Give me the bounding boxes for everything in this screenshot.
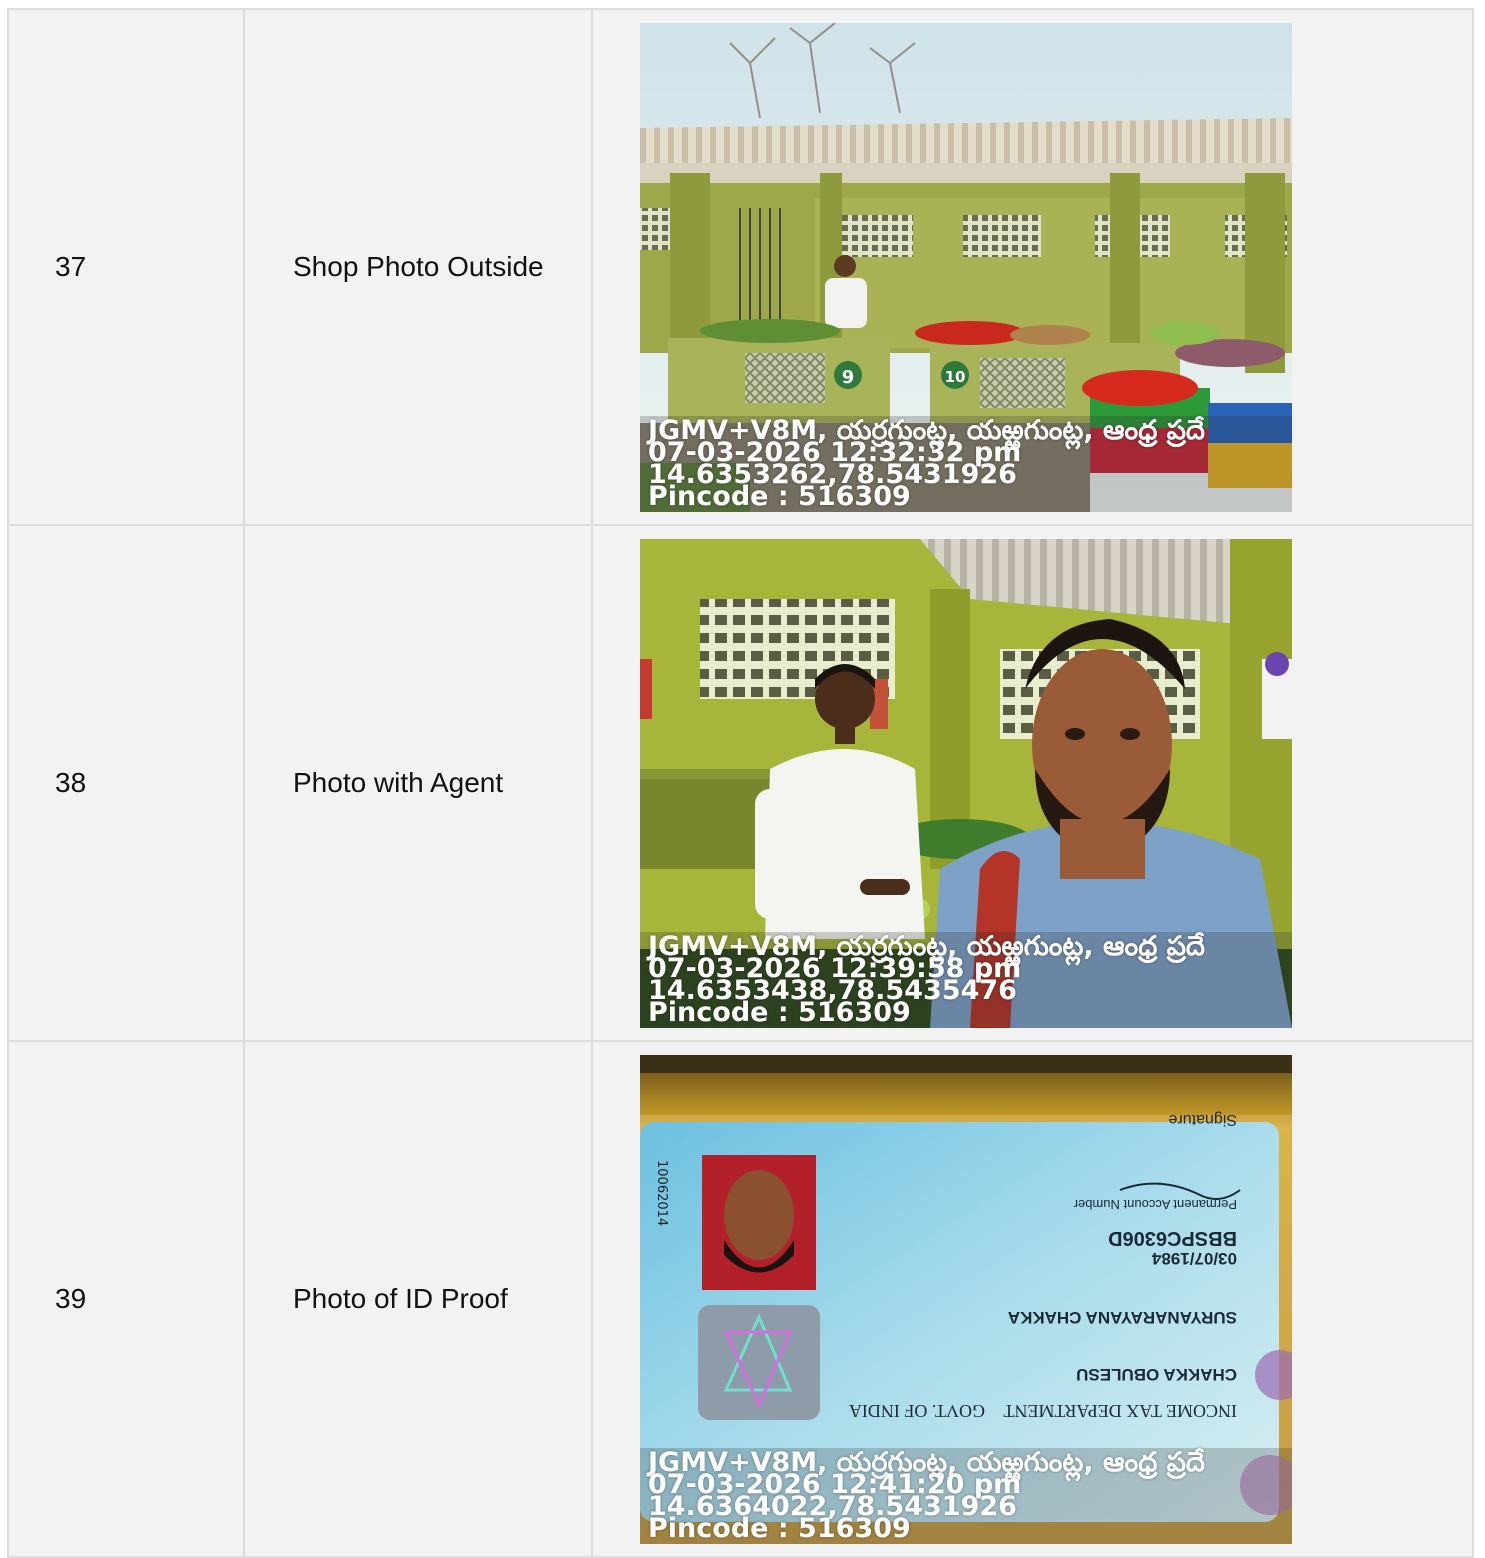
row-label: Photo of ID Proof (243, 1040, 593, 1558)
card-signature-label: Signature (1168, 1111, 1237, 1128)
geo-stamp: JGMV+V8M, యర్రగుంట్ల, యఱ్ఱగుంట్ల, ఆంధ్ర … (648, 1449, 1292, 1542)
row-number: 37 (7, 8, 245, 526)
svg-text:10: 10 (945, 368, 966, 386)
row-number: 38 (7, 524, 245, 1042)
row-label: Shop Photo Outside (243, 8, 593, 526)
id-proof-photo[interactable]: 10062014 Signature BBSPC6306D Permanent … (640, 1054, 1292, 1544)
card-dept: INCOME TAX DEPARTMENT (1004, 1401, 1238, 1421)
photo-table: 37 Shop Photo Outside 9 10 JGMV+V8M, యర్… (7, 8, 1474, 1558)
card-father-name: CHAKKA OBULESU (1076, 1365, 1237, 1384)
geo-stamp: JGMV+V8M, యర్రగుంట్ల, యఱ్ఱగుంట్ల, ఆంధ్ర … (648, 417, 1292, 510)
card-name: SURYANARAYANA CHAKKA (1008, 1308, 1237, 1327)
row-label: Photo with Agent (243, 524, 593, 1042)
stall-number: 9 (842, 367, 855, 388)
geo-stamp: JGMV+V8M, యర్రగుంట్ల, యఱ్ఱగుంట్ల, ఆంధ్ర … (648, 933, 1292, 1026)
table-row: 38 Photo with Agent JGMV+V8M, యర్రగుంట్ల… (7, 524, 1474, 1042)
card-serial: 10062014 (654, 1160, 669, 1226)
table-row: 39 Photo of ID Proof 10062014 Signature … (7, 1040, 1474, 1558)
agent-selfie-photo[interactable]: JGMV+V8M, యర్రగుంట్ల, యఱ్ఱగుంట్ల, ఆంధ్ర … (640, 538, 1292, 1028)
row-number: 39 (7, 1040, 245, 1558)
table-row: 37 Shop Photo Outside 9 10 JGMV+V8M, యర్… (7, 8, 1474, 526)
shop-outside-photo[interactable]: 9 10 JGMV+V8M, యర్రగుంట్ల, యఱ్ఱగుంట్ల, ఆ… (640, 22, 1292, 512)
card-pan: BBSPC6306D (1108, 1227, 1237, 1249)
card-dob: 03/07/1984 (1151, 1249, 1237, 1268)
card-govt: GOVT. OF INDIA (849, 1401, 985, 1421)
